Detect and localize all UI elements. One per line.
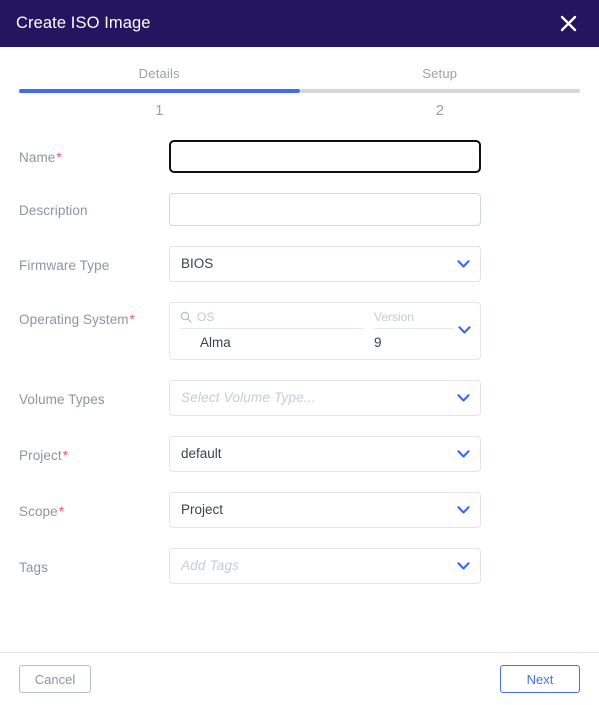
- operating-system-combo[interactable]: Alma 9: [169, 302, 481, 360]
- chevron-down-icon: [457, 505, 470, 514]
- next-button[interactable]: Next: [500, 665, 580, 693]
- firmware-type-label: Firmware Type: [19, 258, 110, 273]
- scope-select[interactable]: Project: [169, 491, 481, 528]
- step-setup-number: 2: [435, 102, 444, 119]
- chevron-down-icon: [457, 561, 470, 570]
- name-input[interactable]: [169, 140, 481, 173]
- os-option-name: Alma: [200, 335, 231, 350]
- dialog-header: Create ISO Image: [0, 0, 599, 47]
- chevron-down-icon: [457, 449, 470, 458]
- close-icon[interactable]: [555, 11, 581, 37]
- iso-details-form: Name* Description Firmware Type BIOS Ope…: [0, 118, 599, 652]
- field-row-tags: Tags Add Tags: [0, 547, 599, 584]
- step-setup-bar: [299, 89, 580, 93]
- dialog-footer: Cancel Next: [0, 652, 599, 705]
- field-row-firmware-type: Firmware Type BIOS: [0, 246, 599, 282]
- description-label: Description: [19, 203, 88, 218]
- os-option-row[interactable]: Alma 9: [170, 336, 480, 350]
- scope-control: Project: [169, 491, 481, 528]
- operating-system-label: Operating System*: [19, 302, 169, 327]
- version-search-input[interactable]: [374, 310, 454, 324]
- chevron-down-icon: [457, 393, 470, 402]
- tags-placeholder: Add Tags: [181, 557, 240, 573]
- project-select[interactable]: default: [169, 435, 481, 472]
- firmware-type-value: BIOS: [181, 256, 214, 272]
- project-label-text: Project: [19, 447, 62, 463]
- tags-select[interactable]: Add Tags: [169, 547, 481, 584]
- operating-system-required-asterisk: *: [129, 312, 136, 327]
- scope-label: Scope*: [19, 492, 169, 519]
- version-search-cell: [374, 310, 454, 329]
- os-search-input[interactable]: [197, 310, 364, 324]
- create-iso-image-dialog: Create ISO Image Details 1 Setup 2 Name*: [0, 0, 599, 705]
- project-required-asterisk: *: [62, 447, 69, 463]
- step-setup-label: Setup: [422, 66, 458, 81]
- firmware-type-select[interactable]: BIOS: [169, 246, 481, 282]
- step-details-label: Details: [138, 66, 180, 81]
- project-value: default: [181, 445, 222, 461]
- description-input[interactable]: [169, 193, 481, 226]
- field-row-volume-types: Volume Types Select Volume Type...: [0, 379, 599, 416]
- operating-system-search-row: [170, 310, 480, 329]
- volume-types-control: Select Volume Type...: [169, 379, 481, 416]
- scope-value: Project: [181, 501, 224, 517]
- dialog-title: Create ISO Image: [16, 14, 151, 33]
- step-details[interactable]: Details 1: [19, 67, 300, 118]
- name-label-text: Name: [19, 150, 56, 165]
- operating-system-label-text: Operating System: [19, 312, 129, 327]
- step-details-number: 1: [155, 102, 164, 119]
- step-setup[interactable]: Setup 2: [299, 66, 580, 119]
- cancel-button[interactable]: Cancel: [19, 665, 91, 693]
- volume-types-placeholder: Select Volume Type...: [181, 389, 316, 405]
- field-row-project: Project* default: [0, 435, 599, 472]
- name-control: [169, 140, 481, 173]
- scope-required-asterisk: *: [58, 503, 65, 519]
- field-row-name: Name*: [0, 140, 599, 173]
- chevron-down-icon: [457, 260, 470, 269]
- description-control: [169, 193, 481, 226]
- field-row-description: Description: [0, 193, 599, 226]
- operating-system-control: Alma 9: [169, 302, 481, 360]
- wizard-stepper: Details 1 Setup 2: [0, 47, 599, 118]
- step-details-bar: [19, 89, 300, 93]
- project-label: Project*: [19, 436, 169, 463]
- firmware-type-control: BIOS: [169, 246, 481, 282]
- search-icon: [180, 311, 192, 323]
- field-row-scope: Scope* Project: [0, 491, 599, 528]
- volume-types-label: Volume Types: [19, 391, 105, 407]
- scope-label-text: Scope: [19, 503, 58, 519]
- chevron-down-icon[interactable]: [458, 326, 471, 335]
- os-option-version: 9: [374, 335, 382, 350]
- name-required-asterisk: *: [56, 150, 62, 165]
- name-label: Name*: [19, 140, 169, 165]
- tags-label: Tags: [19, 559, 48, 575]
- volume-types-select[interactable]: Select Volume Type...: [169, 379, 481, 416]
- field-row-operating-system: Operating System* OS Version Alma 9: [0, 302, 599, 360]
- project-control: default: [169, 435, 481, 472]
- os-search-cell: [180, 310, 364, 329]
- tags-control: Add Tags: [169, 547, 481, 584]
